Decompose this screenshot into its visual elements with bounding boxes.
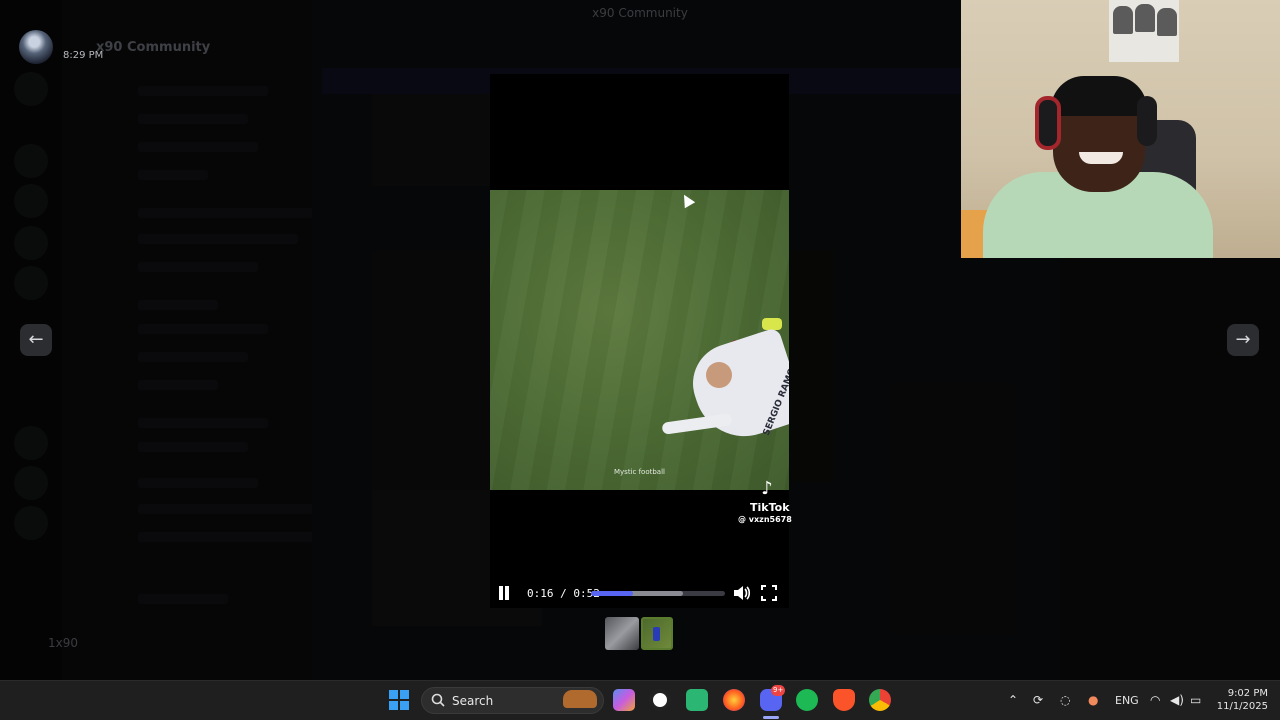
chrome-icon[interactable] <box>869 689 891 711</box>
copilot-icon[interactable] <box>613 689 635 711</box>
search-icon <box>431 693 445 707</box>
fullscreen-icon[interactable] <box>761 585 777 601</box>
taskbar-clock[interactable]: 9:02 PM 11/1/2025 <box>1212 687 1268 713</box>
tiktok-username: @ vxzn5678 <box>738 515 792 524</box>
search-label: Search <box>452 694 494 708</box>
search-highlight-icon <box>563 690 597 708</box>
seek-progress <box>591 591 633 596</box>
current-username: 1x90 <box>48 636 79 650</box>
server-name[interactable]: x90 Community <box>96 40 210 55</box>
player-boot <box>762 318 782 330</box>
battery-icon[interactable]: ▭ <box>1190 693 1201 707</box>
pause-button[interactable] <box>497 586 511 600</box>
discord-badge: 9+ <box>771 685 786 696</box>
screen: x90 Community x90 Community 1x90 8:29 PM… <box>0 0 1280 720</box>
wifi-icon[interactable]: ◠ <box>1150 693 1160 707</box>
time-display: 0:16 / 0:52 <box>527 587 600 600</box>
active-app-indicator <box>763 716 779 719</box>
speaker-icon[interactable]: ◀) <box>1170 693 1184 707</box>
obs-icon[interactable] <box>649 689 671 711</box>
player-head <box>706 362 732 388</box>
previous-arrow-button[interactable]: ← <box>20 324 52 356</box>
thumb-figure <box>653 627 660 641</box>
headset-left <box>1035 96 1061 150</box>
message-timestamp: 8:29 PM <box>63 50 104 61</box>
video-frame[interactable]: SERGIO RAMOS Mystic football <box>490 190 789 490</box>
streamer-hair <box>1051 76 1147 116</box>
brave-icon[interactable] <box>833 689 855 711</box>
media-thumbnail-selected[interactable] <box>641 617 673 650</box>
chevron-up-icon[interactable]: ⌃ <box>1008 693 1018 707</box>
chat-app-icon[interactable] <box>686 689 708 711</box>
language-indicator[interactable]: ENG <box>1115 694 1139 707</box>
location-icon[interactable]: ◌ <box>1060 693 1070 707</box>
seek-bar[interactable] <box>591 591 725 596</box>
wall-poster <box>1109 0 1179 62</box>
media-thumbnail[interactable] <box>605 617 639 650</box>
volume-icon[interactable] <box>733 585 751 601</box>
headset-right <box>1137 96 1157 146</box>
spotify-icon[interactable] <box>796 689 818 711</box>
video-watermark: Mystic football <box>614 468 665 476</box>
next-arrow-button[interactable]: → <box>1227 324 1259 356</box>
tiktok-brand: TikTok <box>750 501 790 514</box>
sync-icon[interactable]: ⟳ <box>1033 693 1043 707</box>
firefox-icon[interactable] <box>723 689 745 711</box>
tiktok-icon: ♪ <box>761 478 773 499</box>
windows-start-icon[interactable] <box>389 690 409 710</box>
author-avatar[interactable] <box>19 30 53 64</box>
clock-time: 9:02 PM <box>1227 688 1268 699</box>
clock-date: 11/1/2025 <box>1216 701 1268 712</box>
microphone-icon[interactable]: ● <box>1088 693 1098 707</box>
webcam-overlay <box>961 0 1280 258</box>
streamer-smile <box>1079 152 1123 164</box>
